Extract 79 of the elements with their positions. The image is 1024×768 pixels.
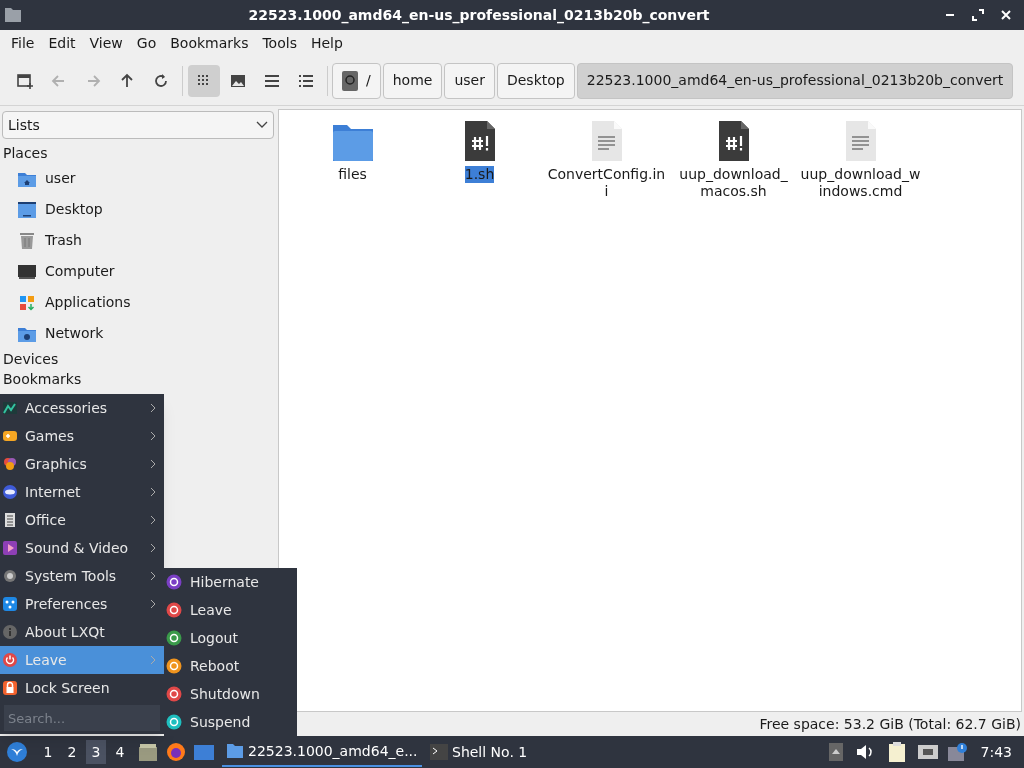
menu-item[interactable]: Internet — [0, 478, 164, 506]
task-button[interactable]: Shell No. 1 — [426, 737, 532, 767]
globe-icon — [2, 484, 18, 500]
menu-item[interactable]: Leave — [164, 596, 297, 624]
menu-item[interactable]: Bookmarks — [163, 32, 256, 54]
color-wheel-icon — [2, 456, 18, 472]
notification-icon[interactable] — [946, 742, 969, 762]
menu-item[interactable]: Graphics — [0, 450, 164, 478]
folder-icon — [331, 122, 374, 162]
gamepad-icon — [2, 428, 18, 444]
sidebar-item[interactable]: Applications — [2, 287, 274, 318]
lock-icon — [2, 680, 18, 696]
clock[interactable]: 7:43 — [980, 741, 1012, 763]
menu-item[interactable]: System Tools — [0, 562, 164, 590]
sidebar-item[interactable]: Computer — [2, 256, 274, 287]
menu-item[interactable]: Suspend — [164, 708, 297, 736]
section-header[interactable]: Bookmarks — [2, 369, 274, 389]
menu-item[interactable]: Preferences — [0, 590, 164, 618]
view-select[interactable]: Lists — [2, 111, 274, 139]
sidebar-item[interactable]: Network — [2, 318, 274, 349]
menu-item[interactable]: Go — [129, 32, 164, 54]
chevron-down-icon — [256, 121, 268, 129]
menu-item[interactable]: Reboot — [164, 652, 297, 680]
sidebar-item[interactable]: Desktop — [2, 194, 274, 225]
menu-item[interactable]: Accessories — [0, 394, 164, 422]
document-icon — [2, 512, 18, 528]
drive-icon — [342, 70, 358, 91]
path-button[interactable]: user — [444, 62, 495, 99]
path-button[interactable]: 22523.1000_amd64_en-us_professional_0213b20b_convert — [576, 62, 1014, 99]
preferences-icon — [2, 596, 18, 612]
menu-item[interactable]: Logout — [164, 624, 297, 652]
section-header[interactable]: Places — [2, 143, 274, 163]
media-icon — [2, 540, 18, 556]
menu-item[interactable]: Lock Screen — [0, 674, 164, 702]
status-text: Free space: 53.2 GiB (Total: 62.7 GiB) — [759, 714, 1021, 734]
menu-item[interactable]: Games — [0, 422, 164, 450]
path-button[interactable]: home — [382, 62, 443, 99]
maximize-icon[interactable] — [972, 9, 984, 21]
menu-item[interactable]: Tools — [255, 32, 304, 54]
toolbar-button[interactable] — [188, 64, 220, 97]
folder-icon — [226, 743, 244, 759]
text-file-icon — [843, 120, 878, 162]
desktop-switch-button[interactable]: 2 — [62, 740, 82, 764]
menu-item[interactable]: Shutdown — [164, 680, 297, 708]
speaker-icon[interactable] — [854, 743, 875, 761]
clipboard-icon[interactable] — [886, 741, 907, 763]
sidebar-item[interactable]: Trash — [2, 225, 274, 256]
search-field[interactable]: Search... — [4, 705, 160, 731]
desktop-switch-button[interactable]: 1 — [38, 740, 58, 764]
section-header[interactable]: Devices — [2, 349, 274, 369]
desktop-icon — [17, 199, 37, 220]
desktop-switch-button[interactable]: 3 — [86, 740, 106, 764]
window-title: 22523.1000_amd64_en-us_professional_0213b20b_convert — [247, 5, 711, 26]
terminal-icon — [430, 744, 448, 760]
folder-icon — [4, 7, 22, 23]
menu-item[interactable]: Help — [303, 32, 350, 54]
sidebar-item[interactable]: user — [2, 163, 274, 194]
power-icon — [2, 652, 18, 668]
firefox-icon[interactable] — [165, 741, 187, 763]
trash-icon — [17, 230, 37, 251]
menu-item[interactable]: Hibernate — [164, 568, 297, 596]
script-file-icon — [462, 120, 497, 162]
script-file-icon — [716, 120, 751, 162]
menu-item[interactable]: Edit — [41, 32, 83, 54]
path-button[interactable]: Desktop — [496, 62, 575, 99]
text-file-icon — [589, 120, 624, 162]
menu-item[interactable]: Office — [0, 506, 164, 534]
path-button[interactable]: / — [332, 62, 381, 99]
bird-logo-icon[interactable] — [6, 741, 28, 763]
file-cabinet-icon[interactable] — [137, 741, 159, 763]
chart-icon — [2, 400, 18, 416]
menu-item[interactable]: View — [82, 32, 130, 54]
menu-item[interactable]: File — [4, 32, 42, 54]
desktop-switch-button[interactable]: 4 — [110, 740, 130, 764]
file-name[interactable]: 1.sh — [464, 166, 495, 183]
network-icon[interactable] — [916, 743, 939, 761]
menu-item[interactable]: Sound & Video — [0, 534, 164, 562]
menu-item[interactable]: About LXQt — [0, 618, 164, 646]
close-icon[interactable] — [1000, 9, 1012, 21]
